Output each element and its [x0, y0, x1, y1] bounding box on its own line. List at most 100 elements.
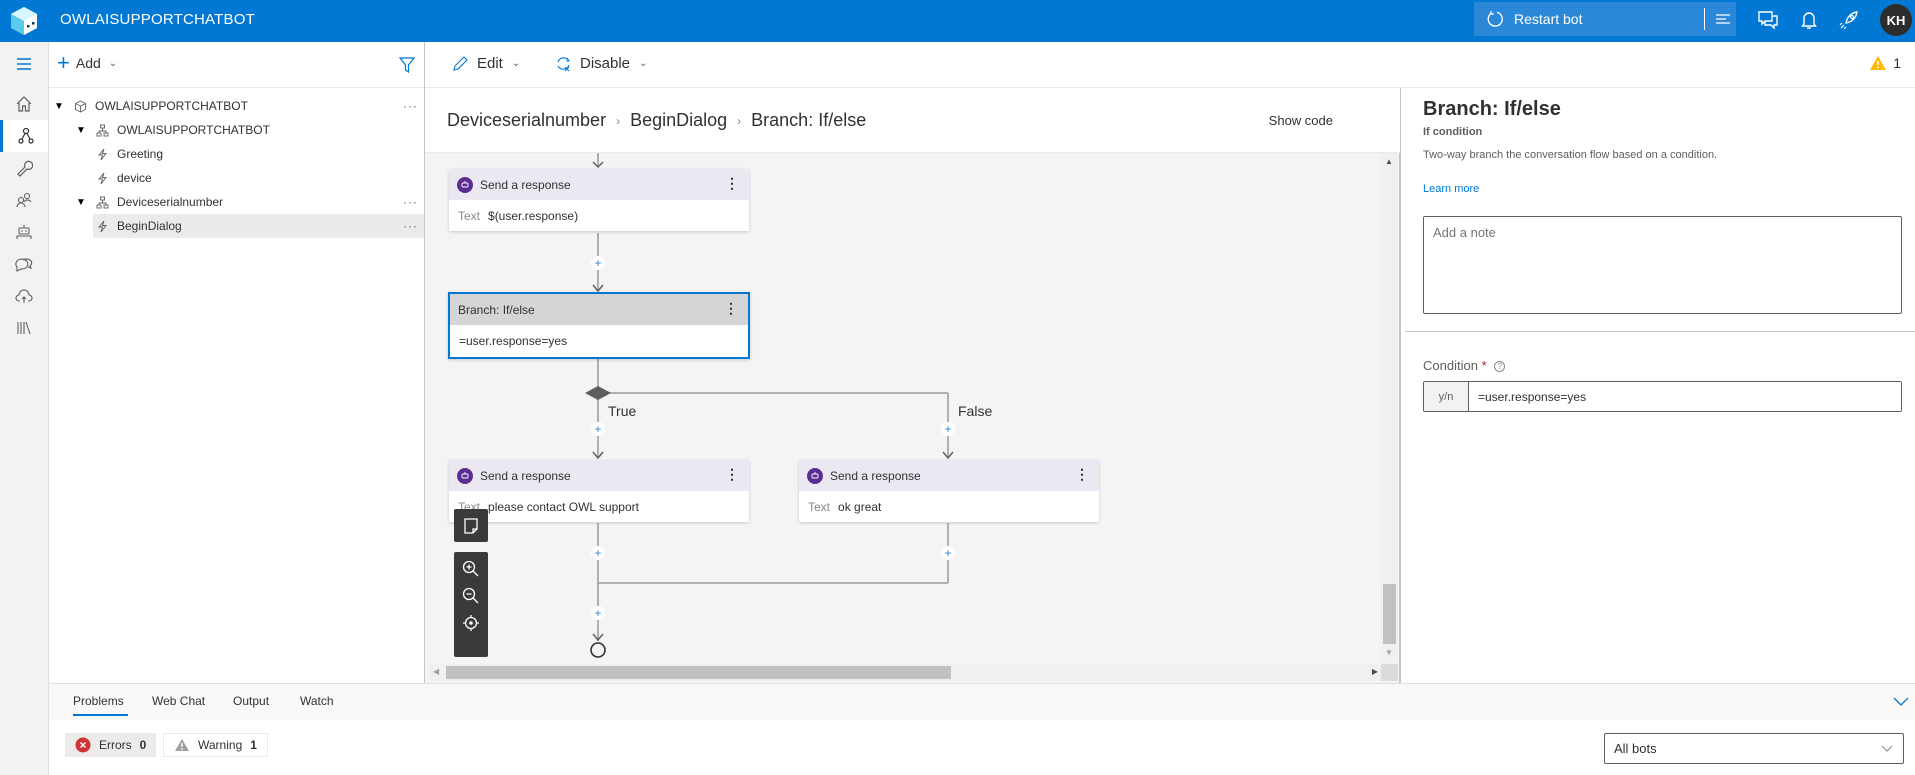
send-response-node[interactable]: Send a response ⋮ Text please contact OW…	[449, 460, 749, 522]
node-title: Branch: If/else	[458, 302, 535, 317]
rail-item-library[interactable]	[0, 312, 48, 344]
rail-item-home[interactable]	[0, 88, 48, 120]
more-vertical-icon[interactable]: ⋮	[725, 176, 739, 190]
show-code-button[interactable]: Show code	[1269, 113, 1333, 128]
tab-web-chat[interactable]: Web Chat	[152, 694, 205, 708]
robot-icon	[16, 225, 32, 239]
rail-item-publish[interactable]	[0, 280, 48, 312]
rail-item-configure[interactable]	[0, 152, 48, 184]
scroll-up-arrow-icon[interactable]: ▲	[1385, 157, 1393, 166]
more-options-icon[interactable]: ···	[403, 195, 418, 209]
add-action-button[interactable]: +	[941, 546, 955, 560]
rail-item-knowledge[interactable]	[0, 248, 48, 280]
add-action-button[interactable]: +	[591, 606, 605, 620]
wrench-icon	[17, 160, 33, 177]
tree-item-label: OWLAISUPPORTCHATBOT	[95, 99, 248, 113]
errors-filter-button[interactable]: Errors 0	[65, 733, 157, 757]
breadcrumb-item-current[interactable]: Branch: If/else	[751, 110, 866, 131]
zoom-controls	[454, 552, 488, 657]
node-title: Send a response	[480, 468, 571, 483]
flow-icon	[17, 127, 34, 144]
tree-item-dialog[interactable]: ▼ Deviceserialnumber ···	[49, 190, 424, 214]
warning-indicator[interactable]: 1	[1869, 55, 1901, 71]
add-button[interactable]: + Add ⌄	[57, 52, 118, 74]
caret-down-icon[interactable]: ▼	[76, 197, 86, 208]
disable-icon	[557, 57, 570, 72]
send-response-node[interactable]: Send a response ⋮ Text $(user.response)	[449, 169, 749, 231]
horizontal-scrollbar[interactable]: ◀ ▶	[430, 664, 1381, 681]
vertical-scrollbar[interactable]: ▲ ▼	[1381, 153, 1398, 663]
chevron-down-icon: ⌄	[108, 57, 118, 69]
rail-item-bot-responses[interactable]	[0, 216, 48, 248]
chevron-down-icon[interactable]	[1893, 695, 1909, 707]
node-body: Text $(user.response)	[449, 200, 749, 231]
fit-to-screen-icon[interactable]	[461, 613, 481, 633]
scrollbar-thumb[interactable]	[446, 666, 951, 679]
divider	[1405, 331, 1915, 332]
node-title: Send a response	[830, 468, 921, 483]
more-options-icon[interactable]: ···	[403, 219, 418, 233]
menu-lines-icon[interactable]	[1714, 10, 1732, 28]
send-response-node[interactable]: Send a response ⋮ Text ok great	[799, 460, 1099, 522]
flow-canvas[interactable]	[425, 153, 1400, 683]
bell-icon[interactable]	[1798, 9, 1820, 31]
rail-item-users[interactable]	[0, 184, 48, 216]
add-action-button[interactable]: +	[591, 256, 605, 270]
add-action-button[interactable]: +	[941, 422, 955, 436]
tree-item-bot[interactable]: ▼ OWLAISUPPORTCHATBOT ···	[49, 94, 424, 118]
tree-item-trigger[interactable]: device	[49, 166, 424, 190]
help-icon[interactable]: ?	[1494, 361, 1506, 373]
zoom-in-icon[interactable]	[461, 559, 481, 579]
scroll-left-arrow-icon[interactable]: ◀	[433, 667, 439, 676]
warning-filter-button[interactable]: Warning 1	[163, 733, 268, 757]
bot-filter-dropdown[interactable]: All bots	[1604, 733, 1904, 764]
toggle-minimap-button[interactable]	[454, 509, 488, 542]
zoom-out-icon[interactable]	[461, 586, 481, 606]
nav-rail	[0, 42, 49, 775]
rail-item-design[interactable]	[0, 120, 48, 152]
user-avatar[interactable]: KH	[1880, 4, 1912, 36]
node-body: Text ok great	[799, 491, 1099, 522]
condition-input[interactable]	[1469, 382, 1901, 411]
tab-problems[interactable]: Problems	[73, 694, 128, 716]
filter-icon[interactable]	[398, 56, 416, 74]
more-vertical-icon[interactable]: ⋮	[1075, 467, 1089, 481]
more-vertical-icon[interactable]: ⋮	[725, 467, 739, 481]
edit-button[interactable]: Edit ⌄	[452, 55, 520, 72]
node-body: =user.response=yes	[450, 325, 748, 357]
breadcrumb-bar: Deviceserialnumber › BeginDialog › Branc…	[425, 88, 1400, 153]
tree-item-trigger[interactable]: Greeting	[49, 142, 424, 166]
hamburger-icon	[17, 58, 31, 70]
tree-item-label: BeginDialog	[117, 219, 182, 233]
add-label: Add	[75, 55, 101, 71]
scrollbar-thumb[interactable]	[1383, 584, 1396, 644]
condition-type-prefix[interactable]: y/n	[1424, 382, 1469, 411]
caret-down-icon[interactable]: ▼	[76, 125, 86, 136]
branch-ifelse-node-selected[interactable]: Branch: If/else ⋮ =user.response=yes	[448, 292, 750, 359]
node-header: Send a response ⋮	[449, 460, 749, 491]
add-action-button[interactable]: +	[591, 422, 605, 436]
caret-down-icon[interactable]: ▼	[54, 101, 64, 112]
hamburger-menu-button[interactable]	[0, 48, 48, 80]
add-note-field[interactable]	[1423, 216, 1902, 314]
breadcrumb-item[interactable]: Deviceserialnumber	[447, 110, 606, 131]
more-vertical-icon[interactable]: ⋮	[724, 301, 738, 315]
rocket-icon[interactable]	[1838, 9, 1860, 31]
tab-output[interactable]: Output	[233, 694, 269, 708]
disable-button[interactable]: Disable ⌄	[555, 55, 647, 72]
learn-more-link[interactable]: Learn more	[1423, 183, 1479, 195]
chat-icon[interactable]	[1757, 9, 1779, 31]
restart-bot-label: Restart bot	[1514, 11, 1583, 27]
add-action-button[interactable]: +	[591, 546, 605, 560]
tree-item-dialog[interactable]: ▼ OWLAISUPPORTCHATBOT	[49, 118, 424, 142]
tab-watch[interactable]: Watch	[300, 694, 334, 708]
scroll-down-arrow-icon[interactable]: ▼	[1385, 648, 1393, 657]
scroll-right-arrow-icon[interactable]: ▶	[1372, 667, 1378, 676]
chevron-right-icon: ›	[737, 113, 742, 128]
restart-bot-button[interactable]: Restart bot	[1474, 2, 1736, 36]
more-options-icon[interactable]: ···	[403, 99, 418, 113]
chevron-right-icon: ›	[616, 113, 621, 128]
node-title: Send a response	[480, 177, 571, 192]
tree-item-trigger-selected[interactable]: BeginDialog ···	[93, 214, 424, 238]
breadcrumb-item[interactable]: BeginDialog	[630, 110, 727, 131]
